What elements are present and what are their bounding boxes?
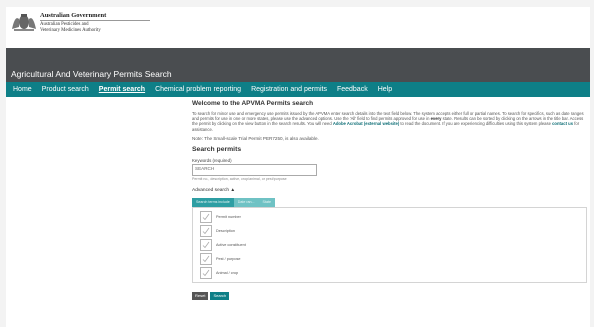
criterion-description[interactable]: Description (200, 224, 235, 237)
nav-registration-and-permits[interactable]: Registration and permits (251, 86, 327, 93)
check-icon (202, 255, 210, 262)
form-buttons: Reset Search (192, 291, 587, 300)
search-heading: Search permits (192, 145, 242, 153)
agency-name-line2: Veterinary Medicines Authority (40, 28, 101, 33)
nav-home[interactable]: Home (13, 86, 32, 93)
adobe-acrobat-link[interactable]: Adobe Acrobat (external website) (333, 121, 399, 126)
site-banner: Agricultural And Veterinary Permits Sear… (6, 48, 590, 82)
page-frame: Australian Government Australian Pestici… (6, 7, 590, 327)
tab-date-range[interactable]: Date ran... (233, 197, 259, 207)
intro-text: To search for minor use and emergency us… (192, 111, 584, 132)
criterion-label: Active constituent (216, 242, 246, 247)
criterion-permit-number[interactable]: Permit number (200, 210, 241, 223)
tab-search-terms[interactable]: Search terms include (192, 197, 234, 207)
coat-of-arms-icon (12, 14, 36, 31)
pest-purpose-checkbox[interactable] (200, 252, 212, 265)
animal-crop-checkbox[interactable] (200, 266, 212, 279)
reset-button[interactable]: Reset (192, 291, 209, 300)
tab-state[interactable]: State (258, 197, 275, 207)
search-terms-panel: Permit number Description Active constit… (192, 206, 587, 283)
main-nav: Home Product search Permit search Chemic… (6, 82, 590, 97)
check-icon (202, 227, 210, 234)
site-title: Agricultural And Veterinary Permits Sear… (11, 69, 172, 79)
check-icon (202, 269, 210, 276)
check-icon (202, 241, 210, 248)
criterion-animal-crop[interactable]: Animal / crop (200, 266, 239, 279)
criterion-label: Pest / purpose (216, 256, 241, 261)
search-button[interactable]: Search (210, 291, 230, 300)
nav-product-search[interactable]: Product search (42, 86, 89, 93)
nav-permit-search[interactable]: Permit search (99, 86, 145, 93)
keywords-input[interactable]: SEARCH (192, 163, 317, 176)
page-title: Welcome to the APVMA Permits search (192, 100, 314, 107)
advanced-search-toggle[interactable]: Advanced search ▲ (192, 188, 587, 193)
keywords-hint: Permit no., description, active, crop/an… (192, 176, 287, 181)
criterion-label: Animal / crop (216, 270, 239, 275)
permit-number-checkbox[interactable] (200, 210, 212, 223)
gov-name: Australian Government (40, 12, 150, 21)
criterion-active-constituent[interactable]: Active constituent (200, 238, 246, 251)
nav-feedback[interactable]: Feedback (337, 86, 368, 93)
criterion-pest-purpose[interactable]: Pest / purpose (200, 252, 241, 265)
check-icon (202, 213, 210, 220)
contact-us-link[interactable]: contact us (552, 121, 573, 126)
trial-permit-note: Note: The Small-scale Trial Permit PER72… (192, 135, 319, 141)
nav-chemical-problem-reporting[interactable]: Chemical problem reporting (155, 86, 241, 93)
criterion-label: Description (216, 228, 235, 233)
nav-help[interactable]: Help (378, 86, 392, 93)
criterion-label: Permit number (216, 214, 241, 219)
government-header: Australian Government Australian Pestici… (6, 7, 590, 47)
keywords-label: Keywords (required) (192, 157, 232, 163)
active-constituent-checkbox[interactable] (200, 238, 212, 251)
advanced-tabs: Search terms include Date ran... State (192, 197, 587, 207)
description-checkbox[interactable] (200, 224, 212, 237)
main-content: Welcome to the APVMA Permits search To s… (192, 100, 587, 300)
government-text: Australian Government Australian Pestici… (40, 12, 150, 34)
